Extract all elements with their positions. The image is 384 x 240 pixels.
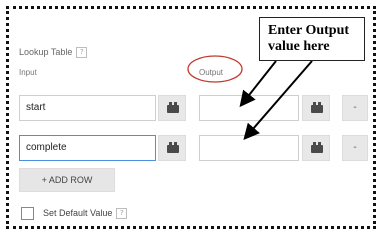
arrow-to-row-2 bbox=[243, 60, 313, 141]
instruction-callout: Enter Output value here bbox=[259, 17, 365, 61]
arrow-to-row-1 bbox=[239, 60, 277, 108]
output-highlight-circle bbox=[187, 55, 243, 83]
